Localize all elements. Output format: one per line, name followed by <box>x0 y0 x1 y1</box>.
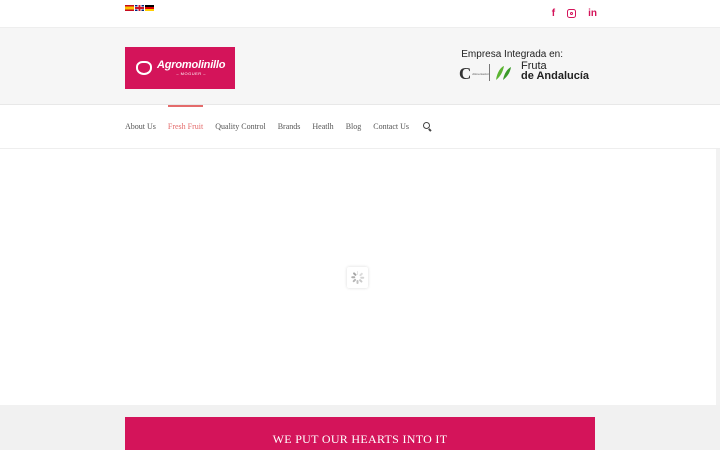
nav-fresh-fruit[interactable]: Fresh Fruit <box>167 105 204 148</box>
partner-divider <box>489 64 490 81</box>
nav-quality-control[interactable]: Quality Control <box>215 105 265 148</box>
spinner-spoke <box>358 278 363 283</box>
nav-about-us[interactable]: About Us <box>125 105 156 148</box>
nav-contact-us[interactable]: Contact Us <box>373 105 409 148</box>
promo-banner: WE PUT OUR HEARTS INTO IT <box>125 417 595 450</box>
spinner-spoke <box>358 272 363 277</box>
spinner-spoke <box>359 276 364 279</box>
site-logo[interactable]: Agromolinillo – MOGUER – <box>125 47 235 89</box>
badge-letter: C <box>459 64 472 83</box>
flag-es-icon[interactable] <box>125 5 134 11</box>
nav-list: About Us Fresh Fruit Quality Control Bra… <box>125 105 432 148</box>
spinner-spoke <box>350 276 355 279</box>
footer-band: WE PUT OUR HEARTS INTO IT <box>0 405 720 450</box>
nav-brands[interactable]: Brands <box>278 105 301 148</box>
main-navigation: About Us Fresh Fruit Quality Control Bra… <box>0 105 720 149</box>
banner-text: WE PUT OUR HEARTS INTO IT <box>272 432 448 446</box>
spinner-spoke <box>356 280 358 284</box>
spinner-spoke <box>352 278 357 283</box>
scrollbar[interactable] <box>716 149 720 405</box>
leaf-icon <box>496 66 511 80</box>
partner-badge: C Alimentación <box>459 64 490 83</box>
content-area <box>0 149 716 405</box>
top-bar: f in <box>0 0 720 28</box>
logo-subtitle: – MOGUER – <box>176 71 206 76</box>
strawberry-icon <box>136 61 152 75</box>
instagram-icon[interactable] <box>567 9 577 18</box>
loading-spinner-icon <box>347 267 368 288</box>
flag-uk-icon[interactable] <box>135 5 144 11</box>
logo-text: Agromolinillo – MOGUER – <box>157 59 225 77</box>
social-links: f in <box>552 8 597 19</box>
badge-small-text: Alimentación <box>472 71 490 76</box>
linkedin-icon[interactable]: in <box>588 8 597 19</box>
site-header: Agromolinillo – MOGUER – Empresa Integra… <box>0 28 720 105</box>
partner-name: Fruta de Andalucía <box>521 61 590 82</box>
search-icon[interactable] <box>423 122 432 131</box>
partner-heading: Empresa Integrada en: <box>461 49 563 60</box>
facebook-icon[interactable]: f <box>552 8 555 19</box>
spinner-spoke <box>352 272 357 277</box>
spinner-spoke <box>356 271 358 275</box>
logo-name: Agromolinillo <box>157 59 226 71</box>
nav-health[interactable]: Heatlh <box>312 105 333 148</box>
partner-logo[interactable]: Empresa Integrada en: C Alimentación Fru… <box>459 49 595 89</box>
nav-blog[interactable]: Blog <box>346 105 362 148</box>
language-switcher <box>125 5 154 11</box>
partner-name-line2: de Andalucía <box>521 70 590 82</box>
flag-de-icon[interactable] <box>145 5 154 11</box>
